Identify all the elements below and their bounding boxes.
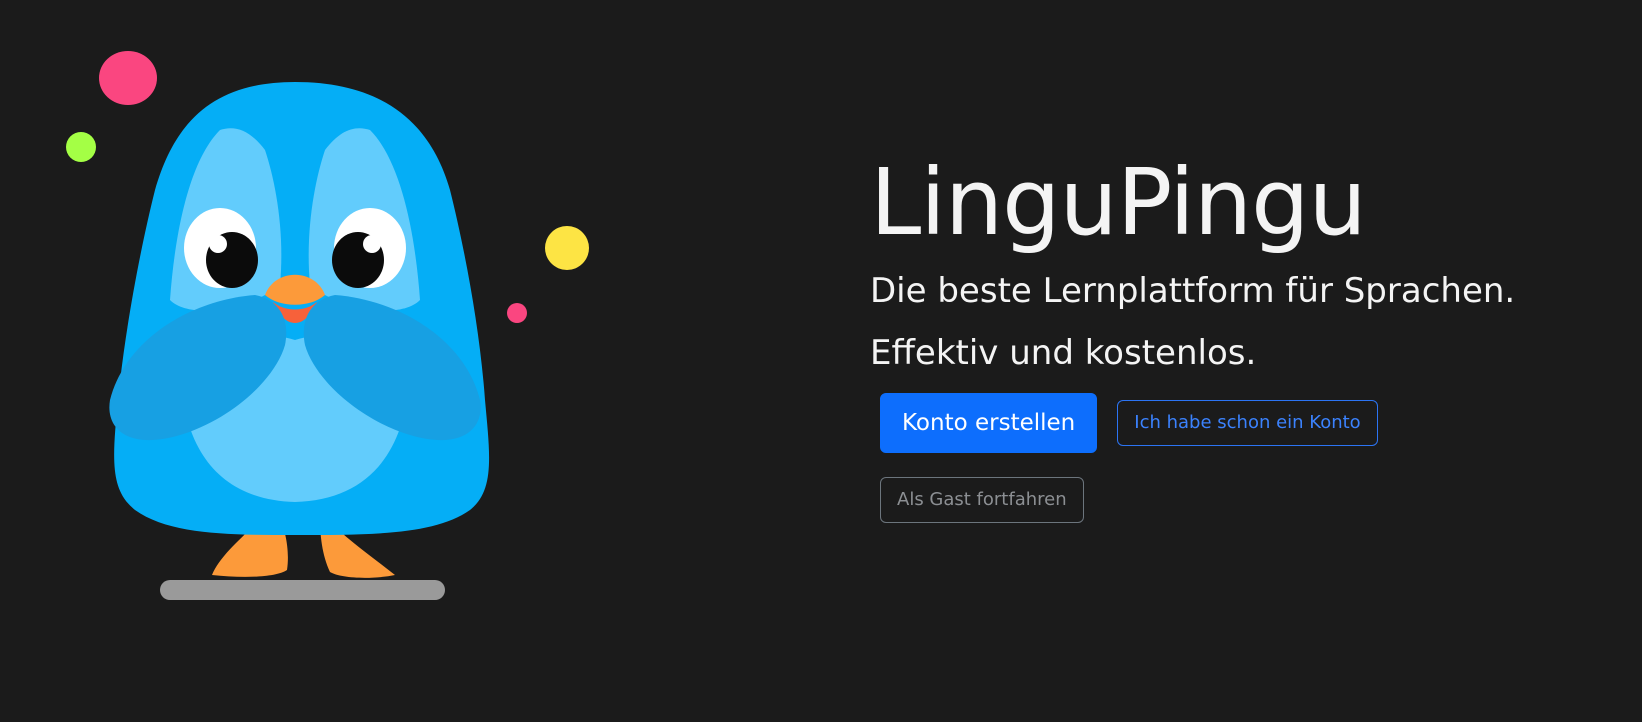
guest-button[interactable]: Als Gast fortfahren	[880, 476, 1084, 523]
primary-actions: Konto erstellen Ich habe schon ein Konto	[870, 392, 1610, 453]
left-eye-shine	[209, 235, 227, 253]
penguin-mascot-illustration	[66, 51, 589, 600]
right-eye-shine	[363, 235, 381, 253]
confetti-green	[66, 132, 96, 162]
confetti-pink-small	[507, 303, 527, 323]
secondary-actions: Als Gast fortfahren	[870, 476, 1610, 523]
login-button[interactable]: Ich habe schon ein Konto	[1117, 399, 1378, 446]
hero-content: LinguPingu Die beste Lernplattform für S…	[870, 150, 1610, 523]
platform	[160, 580, 445, 600]
subtagline: Effektiv und kostenlos.	[870, 333, 1257, 374]
landing-page: LinguPingu Die beste Lernplattform für S…	[0, 0, 1642, 722]
create-account-button[interactable]: Konto erstellen	[880, 392, 1098, 453]
tagline: Die beste Lernplattform für Sprachen.	[870, 270, 1516, 311]
confetti-pink-large	[99, 51, 157, 105]
app-title: LinguPingu	[870, 149, 1367, 256]
confetti-yellow	[545, 226, 589, 270]
